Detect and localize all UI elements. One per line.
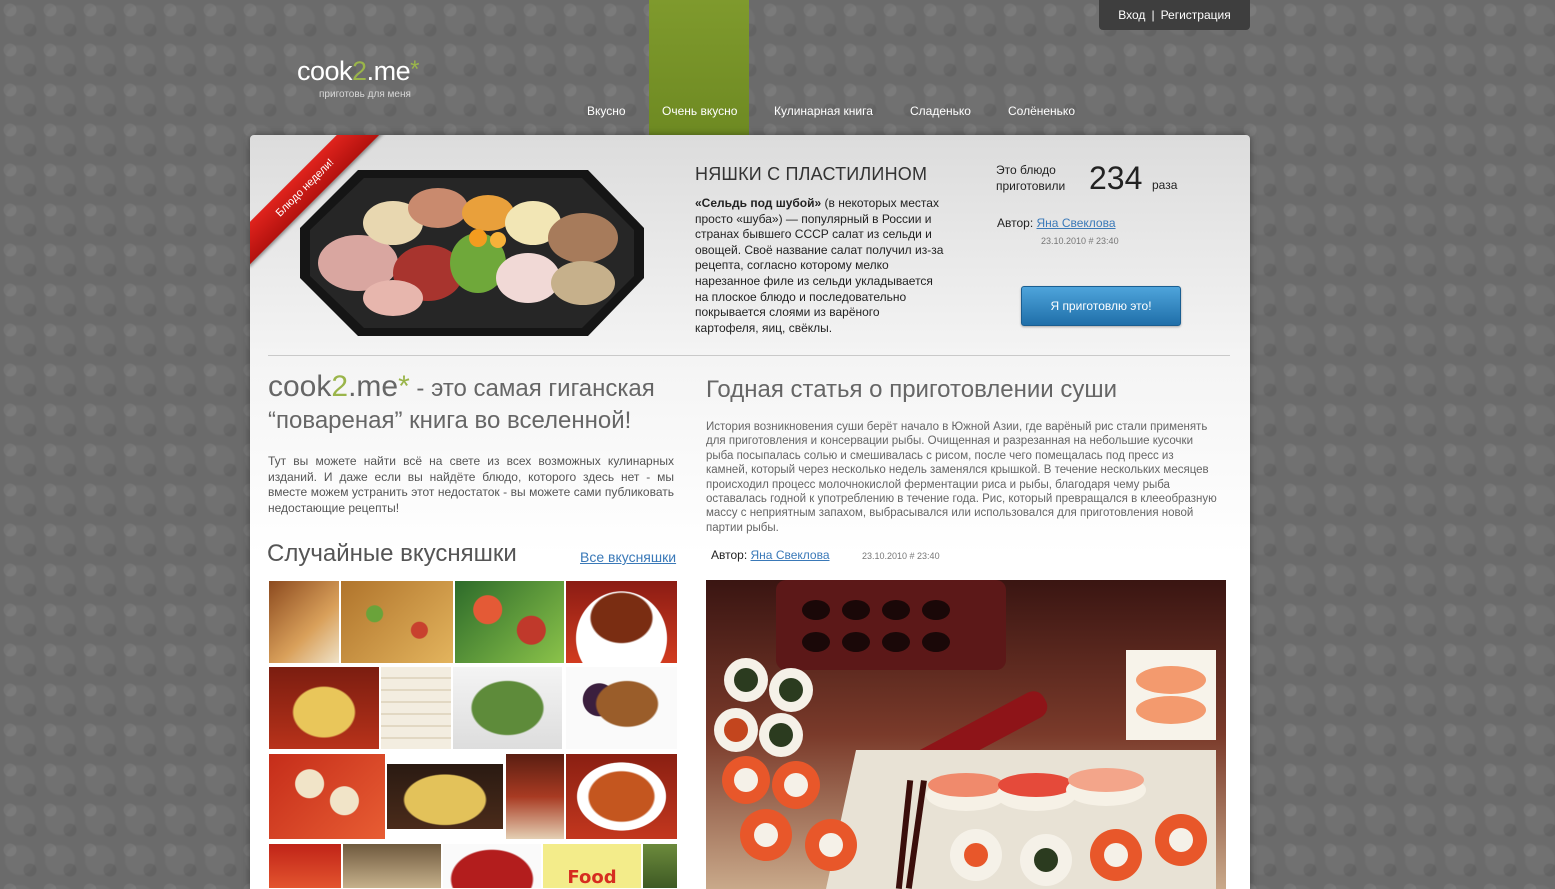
- featured-dish-text: (в некоторых местах просто «шуба») — поп…: [695, 196, 944, 335]
- featured-author-label: Автор:: [997, 216, 1034, 230]
- dish-thumbnail[interactable]: [268, 580, 340, 664]
- nav-item-ochen-vkusno[interactable]: Очень вкусно: [662, 104, 737, 118]
- dish-thumbnail[interactable]: [442, 843, 542, 889]
- dish-thumbnail[interactable]: [386, 763, 504, 830]
- site-logo[interactable]: cook2.me*: [297, 58, 419, 85]
- nav-item-sladenko[interactable]: Сладенько: [910, 104, 971, 118]
- dish-thumbnail[interactable]: [342, 843, 442, 889]
- dish-thumbnail[interactable]: [565, 666, 678, 750]
- featured-dish-description: «Сельдь под шубой» (в некоторых местах п…: [695, 196, 945, 336]
- cook-it-button[interactable]: Я приготовлю это!: [1021, 286, 1181, 326]
- dish-thumbnail[interactable]: [454, 580, 565, 664]
- auth-bar: Вход | Регистрация: [1099, 0, 1250, 30]
- article-author-label: Автор:: [711, 548, 748, 562]
- promo-brand: cook2.me*: [268, 370, 410, 403]
- featured-author-link[interactable]: Яна Свеклова: [1037, 216, 1116, 230]
- promo-brand-me: .me: [348, 370, 399, 403]
- logo-text-me: .me: [366, 56, 411, 86]
- promo-headline: cook2.me* - это самая гиганская “поварен…: [268, 368, 688, 437]
- dish-thumbnail[interactable]: [380, 666, 452, 750]
- promo-text: Тут вы можете найти всё на свете из всех…: [268, 454, 674, 515]
- dish-thumbnail[interactable]: [340, 580, 454, 664]
- dish-thumbnail[interactable]: [642, 843, 678, 889]
- food-logo-thumbnail[interactable]: Food: [542, 843, 642, 889]
- dish-thumbnail[interactable]: [565, 753, 678, 840]
- food-logo-text: Food: [567, 867, 617, 888]
- article-sushi-image[interactable]: [706, 580, 1226, 889]
- featured-dish-name: «Сельдь под шубой»: [695, 196, 822, 210]
- site-tagline: приготовь для меня: [319, 89, 411, 100]
- article-text: История возникновения суши берёт начало …: [706, 421, 1217, 534]
- featured-dish-title: НЯШКИ С ПЛАСТИЛИНОМ: [695, 164, 928, 184]
- promo-brand-star: *: [398, 370, 410, 403]
- nav-item-solenenko[interactable]: Солёненько: [1008, 104, 1075, 118]
- article-author: Автор: Яна Свеклова: [711, 548, 830, 562]
- section-divider: [268, 355, 1230, 356]
- promo-brand-cook: cook: [268, 370, 332, 403]
- featured-author: Автор: Яна Свеклова: [997, 216, 1116, 230]
- logo-star: *: [410, 56, 419, 83]
- dish-thumbnail[interactable]: [505, 753, 565, 840]
- register-link[interactable]: Регистрация: [1161, 8, 1231, 22]
- random-dishes-title: Случайные вкусняшки: [267, 540, 517, 567]
- nav-item-kulinarnaya-kniga[interactable]: Кулинарная книга: [774, 104, 873, 118]
- featured-dish-image[interactable]: [298, 168, 646, 338]
- dish-thumbnail[interactable]: [452, 666, 563, 750]
- nav-item-vkusno[interactable]: Вкусно: [587, 104, 626, 118]
- promo-brand-two: 2: [331, 370, 349, 403]
- article-date: 23.10.2010 # 23:40: [862, 551, 940, 561]
- dish-thumbnail[interactable]: [268, 666, 380, 750]
- login-link[interactable]: Вход: [1118, 8, 1145, 22]
- cooked-label: Это блюдо приготовили: [996, 163, 1066, 193]
- cooked-count: 234: [1089, 160, 1143, 196]
- cooked-unit: раза: [1152, 178, 1178, 192]
- all-dishes-link[interactable]: Все вкусняшки: [580, 549, 676, 565]
- article-author-link[interactable]: Яна Свеклова: [751, 548, 830, 562]
- dish-thumbnail[interactable]: [268, 843, 342, 889]
- logo-text-cook: cook: [297, 56, 353, 86]
- dish-thumbnail[interactable]: [565, 580, 678, 664]
- article-title[interactable]: Годная статья о приготовлении суши: [706, 376, 1117, 404]
- auth-separator: |: [1151, 8, 1155, 22]
- featured-date: 23.10.2010 # 23:40: [1041, 236, 1119, 246]
- logo-text-two: 2: [352, 56, 367, 86]
- dish-thumbnail[interactable]: [268, 753, 386, 840]
